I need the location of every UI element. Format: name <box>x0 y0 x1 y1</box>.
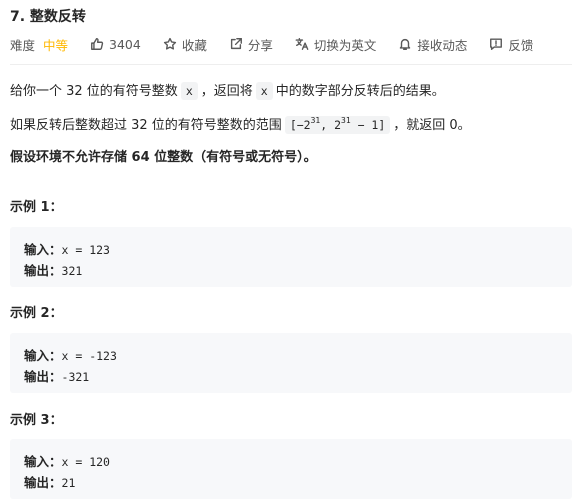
feedback-icon <box>490 38 503 50</box>
example-2-title: 示例 2： <box>10 306 63 321</box>
problem-title: 7. 整数反转 <box>10 9 86 25</box>
share-label: 分享 <box>247 37 273 53</box>
example-1-input: 输入：x = 123 <box>24 242 110 257</box>
inline-code-x: x <box>180 82 198 100</box>
inline-code-range: [−231, 231 − 1] <box>284 116 391 134</box>
subscribe-button[interactable]: 接收动态 <box>398 35 467 54</box>
example-3-block: 输入：x = 120 输出：21 <box>10 439 572 499</box>
bell-icon <box>400 38 411 50</box>
example-2-block: 输入：x = -123 输出：-321 <box>10 333 572 393</box>
feedback-label: 反馈 <box>508 37 534 53</box>
favorite-label: 收藏 <box>181 37 207 53</box>
problem-meta-bar: 难度 中等 3404 收藏 分享 切换为英文 接收动态 反馈 <box>10 34 533 54</box>
example-1-title: 示例 1： <box>10 200 63 215</box>
description-paragraph-2: 如果反转后整数超过 32 位的有符号整数的范围 [−231, 231 − 1] ，就… <box>10 116 471 134</box>
thumbs-up-icon <box>91 38 104 50</box>
description-paragraph-1: 给你一个 32 位的有符号整数 x ，返回将 x 中的数字部分反转后的结果。 <box>10 82 445 100</box>
switch-language-label: 切换为英文 <box>313 37 377 53</box>
inline-code-x: x <box>255 82 273 100</box>
example-3-output: 输出：21 <box>24 475 76 490</box>
switch-language-button[interactable]: 切换为英文 <box>295 35 377 54</box>
share-icon <box>230 38 242 50</box>
example-1-output: 输出：321 <box>24 263 83 278</box>
star-icon <box>163 37 176 50</box>
like-count: 3404 <box>109 36 141 52</box>
example-1-block: 输入：x = 123 输出：321 <box>10 227 572 287</box>
translate-icon <box>295 38 309 50</box>
example-3-input: 输入：x = 120 <box>24 454 110 469</box>
subscribe-label: 接收动态 <box>417 37 468 53</box>
example-3-title: 示例 3： <box>10 413 63 428</box>
share-button[interactable]: 分享 <box>229 35 273 54</box>
example-2-output: 输出：-321 <box>24 369 90 384</box>
example-2-input: 输入：x = -123 <box>24 348 117 363</box>
difficulty-label: 难度 <box>10 37 36 53</box>
favorite-button[interactable]: 收藏 <box>163 35 207 54</box>
like-button[interactable]: 3404 <box>90 37 141 52</box>
feedback-button[interactable]: 反馈 <box>489 35 533 54</box>
header-divider <box>10 64 572 65</box>
difficulty-badge: 中等 <box>43 37 69 53</box>
description-note: 假设环境不允许存储 64 位整数（有符号或无符号）。 <box>10 150 317 165</box>
